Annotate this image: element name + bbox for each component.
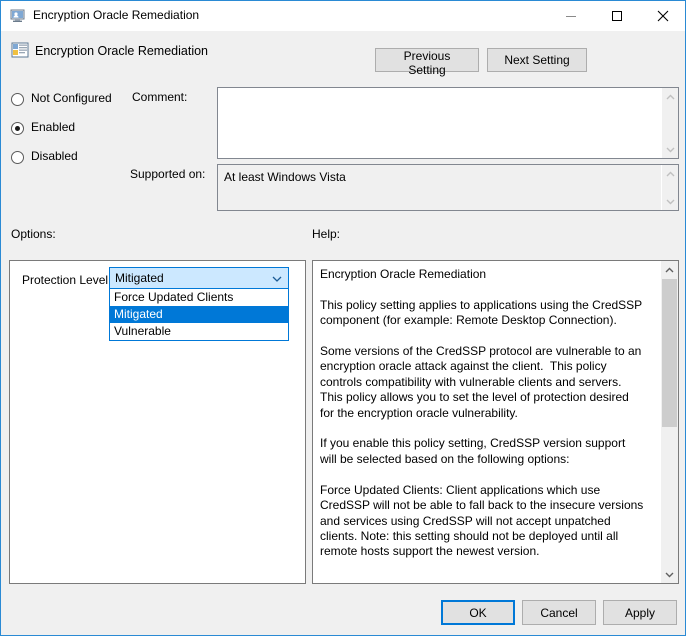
comment-scrollbar[interactable] [661,88,678,158]
scroll-up-icon[interactable] [662,88,678,105]
scroll-down-icon[interactable] [662,193,678,210]
scrollbar-thumb[interactable] [662,279,677,427]
title-bar: Encryption Oracle Remediation [1,1,685,32]
dropdown-option-force-updated-clients[interactable]: Force Updated Clients [110,289,288,306]
radio-enabled[interactable]: Enabled [11,120,141,140]
comment-label: Comment: [132,90,187,104]
comment-input[interactable] [217,87,679,159]
help-text: Encryption Oracle Remediation This polic… [320,267,645,577]
radio-label-disabled: Disabled [31,149,78,163]
policy-title: Encryption Oracle Remediation [35,44,208,58]
group-policy-setting-dialog: Encryption Oracle Remediation Encryption… [0,0,686,636]
help-section-label: Help: [312,227,340,241]
cancel-button[interactable]: Cancel [522,600,596,625]
supported-on-field: At least Windows Vista [217,164,679,211]
help-scrollbar[interactable] [661,261,678,583]
radio-mark-enabled [11,122,24,135]
ok-button[interactable]: OK [441,600,515,625]
help-panel: Encryption Oracle Remediation This polic… [312,260,679,584]
protection-level-value: Mitigated [115,271,164,285]
scroll-down-icon[interactable] [662,141,678,158]
supported-on-value: At least Windows Vista [224,170,346,184]
radio-label-enabled: Enabled [31,120,75,134]
close-icon[interactable] [640,1,685,30]
scroll-up-icon[interactable] [661,261,677,278]
policy-setting-icon [11,41,29,59]
apply-button[interactable]: Apply [603,600,677,625]
maximize-icon[interactable] [594,1,639,30]
supported-on-label: Supported on: [130,167,205,181]
options-section-label: Options: [11,227,56,241]
previous-setting-button[interactable]: Previous Setting [375,48,479,72]
scroll-up-icon[interactable] [662,165,678,182]
supported-on-scrollbar[interactable] [661,165,678,210]
radio-disabled[interactable]: Disabled [11,149,141,169]
radio-label-not-configured: Not Configured [31,91,112,105]
protection-level-dropdown-list[interactable]: Force Updated Clients Mitigated Vulnerab… [109,289,289,341]
protection-level-combobox[interactable]: Mitigated [109,267,289,289]
radio-mark-not-configured [11,93,24,106]
dropdown-option-mitigated[interactable]: Mitigated [110,306,288,323]
chevron-down-icon [271,273,283,285]
protection-level-label: Protection Level: [22,273,111,287]
scroll-down-icon[interactable] [661,566,677,583]
radio-not-configured[interactable]: Not Configured [11,91,141,111]
policy-computer-icon [10,8,26,24]
minimize-icon[interactable] [548,1,593,30]
next-setting-button[interactable]: Next Setting [487,48,587,72]
window-title: Encryption Oracle Remediation [33,8,199,22]
options-panel: Protection Level: Mitigated Force Update… [9,260,306,584]
radio-mark-disabled [11,151,24,164]
dropdown-option-vulnerable[interactable]: Vulnerable [110,323,288,340]
